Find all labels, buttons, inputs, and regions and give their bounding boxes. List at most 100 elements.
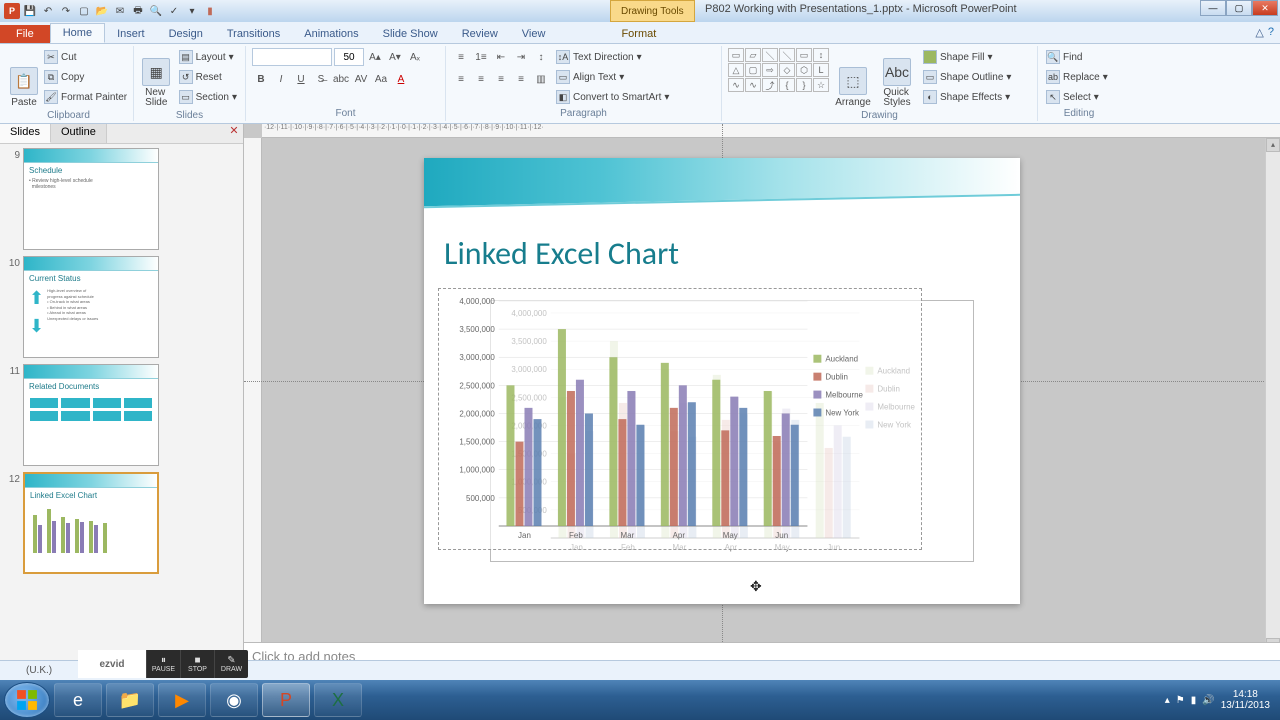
- thumbnail-list[interactable]: 9 Schedule• Review high-level schedule m…: [0, 144, 243, 680]
- select-button[interactable]: ↖Select ▾: [1044, 88, 1110, 106]
- minimize-button[interactable]: —: [1200, 0, 1226, 16]
- align-right-button[interactable]: ≡: [492, 70, 510, 88]
- open-icon[interactable]: 📂: [94, 3, 110, 19]
- thumb-10[interactable]: 10 Current Status ⬆ High-level overview …: [2, 256, 241, 358]
- undo-icon[interactable]: ↶: [40, 3, 56, 19]
- maximize-button[interactable]: ▢: [1226, 0, 1252, 16]
- panel-tab-slides[interactable]: Slides: [0, 124, 51, 143]
- arrange-button[interactable]: ⬚Arrange: [833, 48, 873, 108]
- reset-button[interactable]: ↺Reset: [177, 68, 239, 86]
- replace-button[interactable]: abReplace ▾: [1044, 68, 1110, 86]
- format-painter-button[interactable]: 🖌Format Painter: [42, 88, 129, 106]
- section-button[interactable]: ▭Section ▾: [177, 88, 239, 106]
- screen-recorder-toolbar[interactable]: ezvid ⏸PAUSE ■STOP ✎DRAW: [78, 650, 248, 678]
- layout-button[interactable]: ▤Layout ▾: [177, 48, 239, 66]
- italic-button[interactable]: I: [272, 70, 290, 88]
- find-button[interactable]: 🔍Find: [1044, 48, 1110, 66]
- taskbar-excel[interactable]: X: [314, 683, 362, 717]
- recorder-draw-button[interactable]: ✎DRAW: [214, 650, 248, 678]
- panel-tab-outline[interactable]: Outline: [51, 124, 107, 143]
- status-language[interactable]: (U.K.): [26, 665, 52, 676]
- new-icon[interactable]: ▢: [76, 3, 92, 19]
- dec-indent-button[interactable]: ⇤: [492, 48, 510, 66]
- bold-button[interactable]: B: [252, 70, 270, 88]
- underline-button[interactable]: U: [292, 70, 310, 88]
- convert-smartart-button[interactable]: ◧Convert to SmartArt ▾: [554, 88, 671, 106]
- tab-transitions[interactable]: Transitions: [215, 25, 292, 43]
- slide-title[interactable]: Linked Excel Chart: [424, 214, 1020, 281]
- new-slide-button[interactable]: ▦ New Slide: [140, 48, 173, 108]
- bullets-button[interactable]: ≡: [452, 48, 470, 66]
- tray-flag-icon[interactable]: ⚑: [1176, 695, 1185, 706]
- slide-canvas[interactable]: Linked Excel Chart 500,0001,000,0001,500…: [424, 158, 1020, 604]
- system-tray[interactable]: ▴ ⚑ ▮ 🔊 14:18 13/11/2013: [1165, 689, 1276, 711]
- quickprint-icon[interactable]: 🖶: [130, 3, 146, 19]
- align-center-button[interactable]: ≡: [472, 70, 490, 88]
- shadow-button[interactable]: abc: [332, 70, 350, 88]
- email-icon[interactable]: ✉: [112, 3, 128, 19]
- taskbar-powerpoint[interactable]: P: [262, 683, 310, 717]
- line-spacing-button[interactable]: ↕: [532, 48, 550, 66]
- quick-styles-button[interactable]: AbcQuick Styles: [877, 48, 917, 108]
- panel-close-icon[interactable]: ✕: [225, 124, 243, 143]
- minimize-ribbon-icon[interactable]: △: [1255, 26, 1263, 39]
- numbering-button[interactable]: 1≡: [472, 48, 490, 66]
- save-icon[interactable]: 💾: [22, 3, 38, 19]
- slide-edit-area[interactable]: ·12·|·11·|·10·|·9·|·8·|·7·|·6·|·5·|·4·|·…: [244, 124, 1280, 680]
- chart-icon[interactable]: ▮: [202, 3, 218, 19]
- tab-review[interactable]: Review: [450, 25, 510, 43]
- font-size-input[interactable]: [334, 48, 364, 66]
- tray-up-icon[interactable]: ▴: [1165, 695, 1170, 706]
- tab-insert[interactable]: Insert: [105, 25, 157, 43]
- paste-button[interactable]: 📋 Paste: [10, 48, 38, 108]
- help-icon[interactable]: ?: [1268, 26, 1274, 39]
- tray-volume-icon[interactable]: 🔊: [1202, 695, 1214, 706]
- change-case-button[interactable]: Aa: [372, 70, 390, 88]
- clear-format-icon[interactable]: Aₓ: [406, 48, 424, 66]
- thumb-9[interactable]: 9 Schedule• Review high-level schedule m…: [2, 148, 241, 250]
- qat-more-icon[interactable]: ▾: [184, 3, 200, 19]
- close-button[interactable]: ✕: [1252, 0, 1278, 16]
- char-spacing-button[interactable]: AV: [352, 70, 370, 88]
- tab-slideshow[interactable]: Slide Show: [371, 25, 450, 43]
- preview-icon[interactable]: 🔍: [148, 3, 164, 19]
- taskbar-explorer[interactable]: 📁: [106, 683, 154, 717]
- taskbar-ie[interactable]: e: [54, 683, 102, 717]
- tab-home[interactable]: Home: [50, 23, 105, 43]
- recorder-pause-button[interactable]: ⏸PAUSE: [146, 650, 180, 678]
- justify-button[interactable]: ≡: [512, 70, 530, 88]
- tab-animations[interactable]: Animations: [292, 25, 370, 43]
- tab-format[interactable]: Format: [609, 25, 668, 43]
- shrink-font-icon[interactable]: A▾: [386, 48, 404, 66]
- shapes-gallery[interactable]: ▭▱＼＼▭↕ △▢⇨◇⬡L ∿∿⤴{}☆: [728, 48, 829, 92]
- tab-view[interactable]: View: [510, 25, 558, 43]
- cut-button[interactable]: ✂Cut: [42, 48, 129, 66]
- recorder-stop-button[interactable]: ■STOP: [180, 650, 214, 678]
- font-family-input[interactable]: [252, 48, 332, 66]
- thumb-12[interactable]: 12 Linked Excel Chart: [2, 472, 241, 574]
- copy-button[interactable]: ⧉Copy: [42, 68, 129, 86]
- text-direction-button[interactable]: ↕AText Direction ▾: [554, 48, 671, 66]
- redo-icon[interactable]: ↷: [58, 3, 74, 19]
- font-color-button[interactable]: A: [392, 70, 410, 88]
- start-button[interactable]: [4, 682, 50, 718]
- inc-indent-button[interactable]: ⇥: [512, 48, 530, 66]
- align-text-button[interactable]: ▭Align Text ▾: [554, 68, 671, 86]
- spell-icon[interactable]: ✓: [166, 3, 182, 19]
- tray-network-icon[interactable]: ▮: [1191, 695, 1197, 706]
- shape-outline-button[interactable]: ▭Shape Outline ▾: [921, 68, 1013, 86]
- grow-font-icon[interactable]: A▴: [366, 48, 384, 66]
- tab-design[interactable]: Design: [157, 25, 215, 43]
- align-left-button[interactable]: ≡: [452, 70, 470, 88]
- columns-button[interactable]: ▥: [532, 70, 550, 88]
- tab-file[interactable]: File: [0, 25, 50, 43]
- taskbar-media[interactable]: ▶: [158, 683, 206, 717]
- thumb-11[interactable]: 11 Related Documents: [2, 364, 241, 466]
- strike-button[interactable]: S̶: [312, 70, 330, 88]
- vertical-scrollbar[interactable]: ▴ ▾ ⏮ ⏭: [1265, 138, 1280, 680]
- scroll-up-icon[interactable]: ▴: [1266, 138, 1280, 152]
- shape-fill-button[interactable]: Shape Fill ▾: [921, 48, 1013, 66]
- taskbar-chrome[interactable]: ◉: [210, 683, 258, 717]
- chart-object[interactable]: 500,0001,000,0001,500,0002,000,0002,500,…: [438, 288, 922, 550]
- shape-effects-button[interactable]: ◐Shape Effects ▾: [921, 88, 1013, 106]
